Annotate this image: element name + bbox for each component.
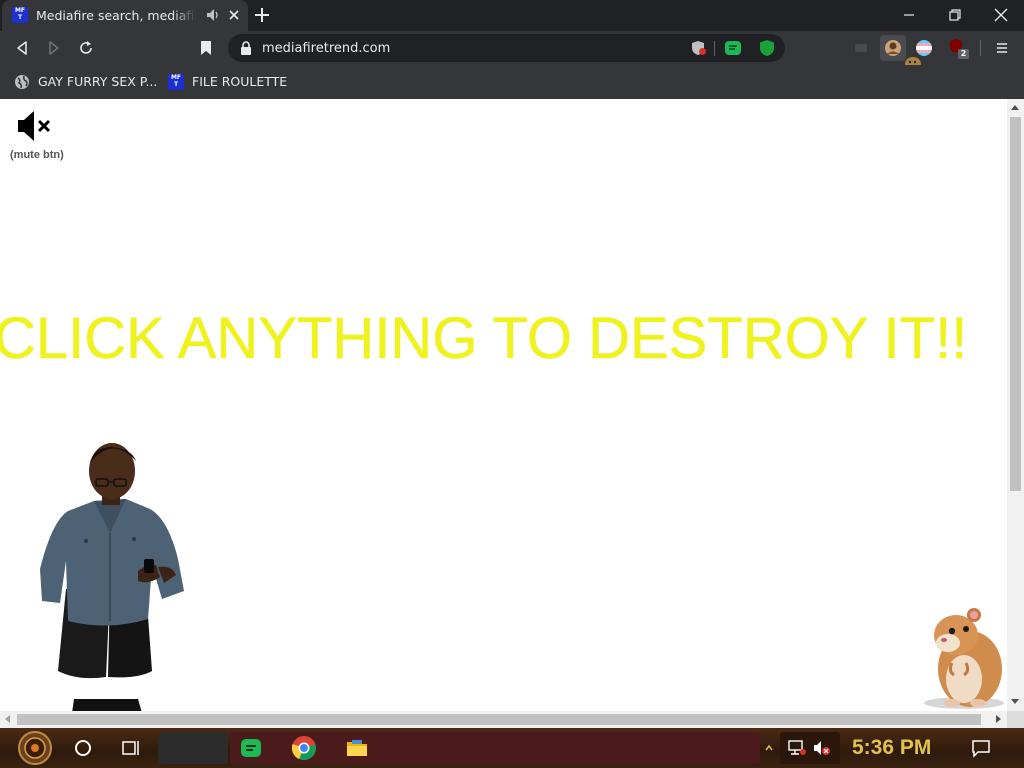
back-icon[interactable] [13,39,31,57]
scroll-up-icon[interactable] [1011,105,1019,110]
bookmarks-bar: GAY FURRY SEX P... MF T FILE ROULETTE [0,65,1024,99]
browser-toolbar: mediafiretrend.com 2 [0,31,1024,71]
file-explorer-icon[interactable] [345,736,369,760]
action-center-icon[interactable] [970,737,992,759]
mute-button-label: (mute btn) [10,149,64,161]
cortana-icon[interactable] [72,737,94,759]
bookmark-file-roulette[interactable]: MF T FILE ROULETTE [168,72,293,92]
globe-icon [15,75,29,89]
vertical-scrollbar[interactable] [1007,99,1024,711]
address-bar[interactable]: mediafiretrend.com [228,34,785,62]
lock-icon[interactable] [240,41,252,55]
volume-muted-icon[interactable] [812,739,832,757]
tab-title: Mediafire search, mediafire [36,8,196,23]
chrome-icon[interactable] [291,735,317,761]
horizontal-scrollbar[interactable] [0,711,1007,728]
scrollbar-corner [1007,711,1024,728]
new-tab-icon[interactable] [252,5,272,25]
vertical-scroll-thumb[interactable] [1010,117,1021,491]
bookmark-label: GAY FURRY SEX P... [38,74,158,89]
man-with-phone-image[interactable] [38,441,188,711]
taskbar-search-area[interactable] [158,732,228,764]
hamster-image[interactable] [918,605,1007,711]
close-window-icon[interactable] [990,5,1012,25]
ublock-badge: 2 [958,49,969,59]
mediafire-favicon-icon: MF T [12,7,28,23]
scroll-down-icon[interactable] [1011,699,1019,704]
forward-icon[interactable] [45,39,63,57]
page-headline: CLICK ANYTHING TO DESTROY IT!! [0,306,968,371]
reload-icon[interactable] [77,39,95,57]
mediafire-favicon-icon: MF T [168,74,184,90]
bookmark-gay-furry[interactable]: GAY FURRY SEX P... [14,72,159,92]
scroll-left-icon[interactable] [5,715,10,723]
menu-icon[interactable] [993,39,1011,57]
horizontal-scroll-thumb[interactable] [17,714,981,725]
url-text: mediafiretrend.com [262,41,391,56]
tab-strip: MF T Mediafire search, mediafire [0,0,1024,31]
notes-app-icon[interactable] [239,736,263,760]
toolbar-divider [980,40,981,56]
extension-faded-icon[interactable] [852,39,870,57]
privacy-shield-icon[interactable] [691,40,707,56]
show-hidden-icons-chevron-icon[interactable] [764,742,774,754]
trans-flag-ext-icon[interactable] [915,39,933,57]
taskbar-clock[interactable]: 5:36 PM [852,736,931,760]
network-icon[interactable] [787,739,807,757]
browser-tab[interactable]: MF T Mediafire search, mediafire [2,0,248,31]
start-button-icon[interactable] [10,730,60,766]
green-shield-ext-icon[interactable] [758,39,776,57]
tab-close-icon[interactable] [227,8,241,22]
speaker-muted-icon [18,111,51,141]
ublock-ext-button[interactable]: 2 [948,38,970,60]
scroll-right-icon[interactable] [996,715,1001,723]
tab-audio-icon[interactable] [206,7,220,23]
mute-button[interactable]: (mute btn) [10,109,70,161]
minimize-icon[interactable] [898,5,920,25]
task-view-icon[interactable] [120,737,142,759]
bookmark-icon[interactable] [197,39,215,57]
spotify-notes-ext-icon[interactable] [724,39,742,57]
taskbar: 5:36 PM [0,728,1024,768]
restore-icon[interactable] [944,5,966,25]
omnibox-divider [714,41,715,56]
page-viewport: (mute btn) CLICK ANYTHING TO DESTROY IT!… [0,99,1007,711]
bookmark-label: FILE ROULETTE [192,74,288,89]
